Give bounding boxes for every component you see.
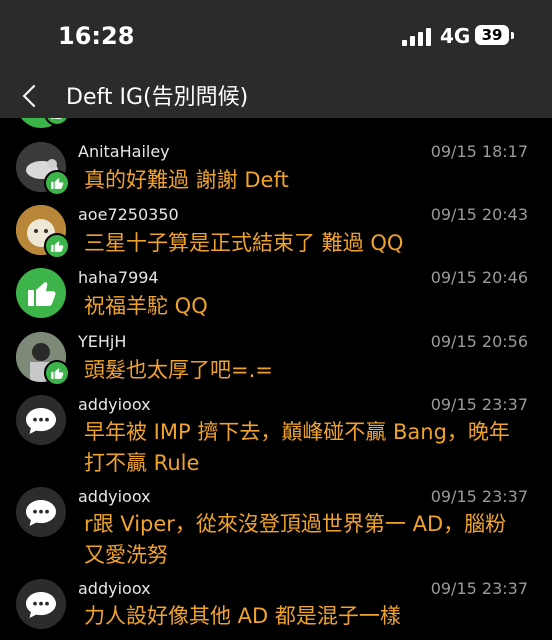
comment-text: 頭髮也太厚了吧=.= xyxy=(84,358,273,382)
comment-text: 早年被 IMP 擠下去，巔峰碰不贏 Bang，晚年打不贏 Rule xyxy=(84,420,510,475)
comment-text: 祝福羊駝 QQ xyxy=(84,294,208,318)
timestamp: 09/15 18:17 xyxy=(430,142,528,161)
list-item-partial: 推 xyxy=(0,118,552,128)
timestamp: 09/15 23:37 xyxy=(430,487,528,506)
timestamp: 09/15 20:56 xyxy=(430,332,528,351)
list-item: haha7994 09/15 20:46 祝福羊駝 QQ xyxy=(0,268,552,330)
list-item: addyioox 09/15 23:37 r跟 Viper，從來沒登頂過世界第一… xyxy=(0,487,552,581)
comment-text: r跟 Viper，從來沒登頂過世界第一 AD，腦粉又愛洗努 xyxy=(84,512,507,567)
list-item: aoe7250350 09/15 20:43 三星十子算是正式結束了 難過 QQ xyxy=(0,205,552,267)
comment-list[interactable]: 推 AnitaHailey 09/15 18:17 真的好難過 謝謝 Deft … xyxy=(0,118,552,640)
timestamp: 09/15 23:37 xyxy=(430,579,528,598)
comment-text: 真的好難過 謝謝 Deft xyxy=(84,168,289,192)
page-title: Deft IG(告別問候) xyxy=(66,85,249,110)
thumbs-up-icon xyxy=(44,170,70,196)
list-item: AnitaHailey 09/15 18:17 真的好難過 謝謝 Deft xyxy=(0,140,552,202)
battery-icon: 39 xyxy=(475,25,509,45)
comment-text: 力人設好像其他 AD 都是混子一樣 xyxy=(84,604,401,628)
timestamp: 09/15 20:46 xyxy=(430,268,528,287)
username[interactable]: addyioox xyxy=(78,487,151,506)
timestamp: 09/15 23:37 xyxy=(430,395,528,414)
status-bar: 16:28 4G 39 xyxy=(0,0,552,72)
username[interactable]: addyioox xyxy=(78,579,151,598)
list-item: addyioox 09/15 23:37 早年被 IMP 擠下去，巔峰碰不贏 B… xyxy=(0,395,552,489)
speech-bubble-icon xyxy=(16,487,66,537)
list-item: YEHjH 09/15 20:56 頭髮也太厚了吧=.= xyxy=(0,332,552,394)
network-type: 4G xyxy=(440,24,471,48)
comment-text: 三星十子算是正式結束了 難過 QQ xyxy=(84,231,404,255)
list-item: addyioox 09/15 23:37 力人設好像其他 AD 都是混子一樣 xyxy=(0,579,552,640)
thumbs-up-icon xyxy=(44,233,70,259)
speech-bubble-icon xyxy=(16,579,66,629)
speech-bubble-icon xyxy=(16,395,66,445)
username[interactable]: haha7994 xyxy=(78,268,159,287)
username[interactable]: addyioox xyxy=(78,395,151,414)
nav-bar: Deft IG(告別問候) xyxy=(0,72,552,118)
timestamp: 09/15 20:43 xyxy=(430,205,528,224)
username[interactable]: aoe7250350 xyxy=(78,205,179,224)
signal-icon xyxy=(402,28,432,46)
back-chevron-left-icon[interactable] xyxy=(18,78,48,112)
clock: 16:28 xyxy=(58,22,135,50)
battery-tip xyxy=(511,32,514,39)
thumbs-up-icon xyxy=(16,268,66,318)
username[interactable]: AnitaHailey xyxy=(78,142,170,161)
thumbs-up-icon xyxy=(44,360,70,386)
username[interactable]: YEHjH xyxy=(78,332,126,351)
